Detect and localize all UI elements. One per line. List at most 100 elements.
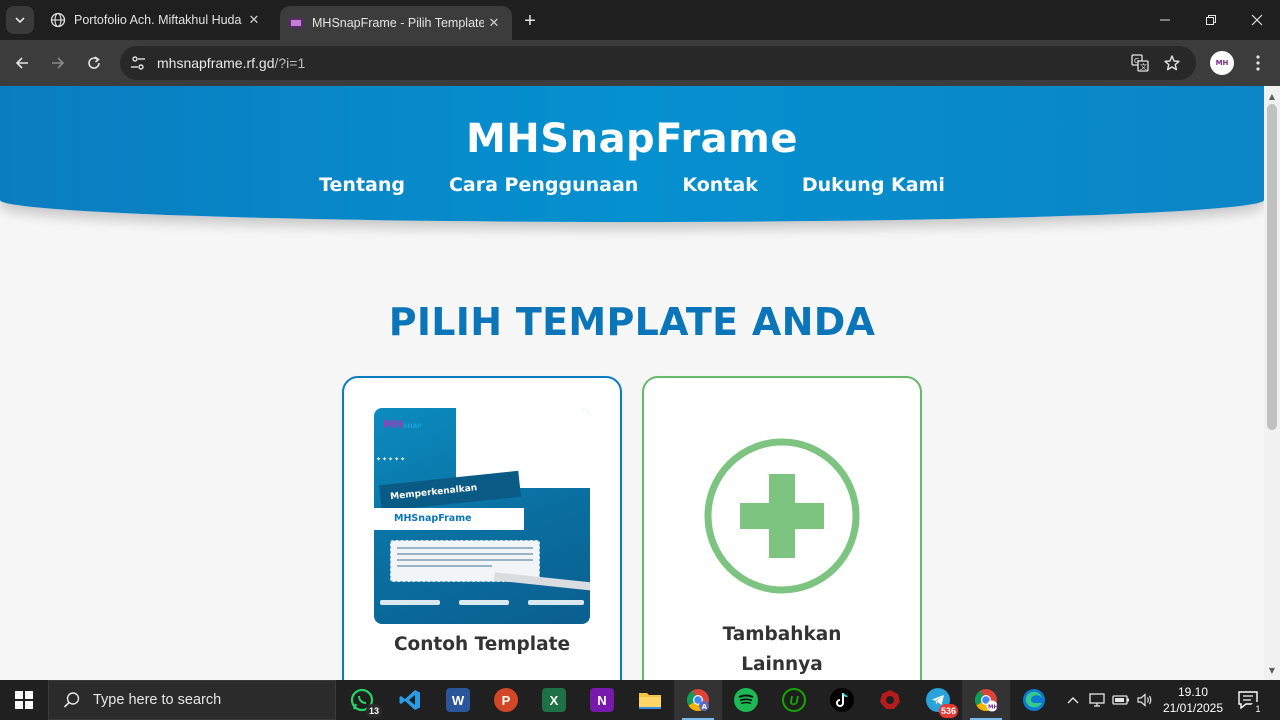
template-preview-image: MHSNAP ✦✦✦✦✦ Memperkenalkan MHSnapFrame: [374, 408, 590, 624]
template-card-contoh[interactable]: MHSNAP ✦✦✦✦✦ Memperkenalkan MHSnapFrame …: [342, 376, 622, 680]
clock-time: 19.10: [1177, 685, 1209, 699]
tab-mhsnapframe[interactable]: MHSnapFrame - Pilih Template ✕: [280, 6, 512, 40]
site-brand[interactable]: MHSnapFrame: [0, 116, 1264, 162]
add-template-card[interactable]: Tambahkan Lainnya: [642, 376, 922, 680]
nav-link-tentang[interactable]: Tentang: [319, 174, 405, 196]
close-icon[interactable]: ✕: [244, 10, 264, 30]
taskbar-app-whatsapp[interactable]: 13: [338, 680, 386, 720]
new-tab-button[interactable]: +: [518, 9, 542, 33]
chrome-icon: A: [686, 688, 710, 712]
powerpoint-icon: P: [494, 688, 518, 712]
scroll-up-icon[interactable]: ▲: [1264, 88, 1280, 104]
arrow-right-icon: [52, 57, 65, 69]
excel-icon: X: [542, 688, 566, 712]
tab-portfolio[interactable]: Portofolio Ach. Miftakhul Huda ✕: [40, 0, 272, 40]
preview-logo: MHSNAP: [383, 418, 422, 431]
scrollbar-thumb[interactable]: [1267, 104, 1277, 430]
chrome-icon: MH: [974, 688, 998, 712]
preview-logo-sub: SNAP: [403, 423, 422, 430]
telegram-badge: 536: [938, 704, 958, 718]
more-menu-icon[interactable]: [1246, 51, 1270, 75]
taskbar-app-chrome-mh[interactable]: MH: [962, 680, 1010, 720]
card-label: Contoh Template: [393, 634, 571, 655]
page-viewport: MHSnapFrame Tentang Cara Penggunaan Kont…: [0, 86, 1264, 680]
taskbar-app-file-explorer[interactable]: [626, 680, 674, 720]
tab-strip: Portofolio Ach. Miftakhul Huda ✕ MHSnapF…: [0, 0, 1280, 40]
restore-button[interactable]: [1188, 0, 1234, 40]
taskbar-app-upwork[interactable]: U: [770, 680, 818, 720]
red-app-icon: [878, 688, 902, 712]
translate-icon[interactable]: G文: [1130, 53, 1150, 73]
nav-link-cara-penggunaan[interactable]: Cara Penggunaan: [449, 174, 638, 196]
plus-circle-icon: [702, 436, 862, 596]
globe-icon: [50, 12, 66, 28]
upwork-icon: U: [782, 688, 806, 712]
tab-search-button[interactable]: [6, 6, 34, 34]
minimize-icon: [1160, 19, 1170, 21]
taskbar-app-spotify[interactable]: [722, 680, 770, 720]
tab-title: Portofolio Ach. Miftakhul Huda: [74, 13, 242, 27]
minimize-button[interactable]: [1142, 0, 1188, 40]
address-bar[interactable]: mhsnapframe.rf.gd/?i=1 G文: [120, 46, 1196, 80]
vscode-icon: [398, 688, 422, 712]
site-favicon-icon: [288, 15, 304, 31]
whatsapp-icon: 13: [350, 688, 382, 718]
reload-icon: [88, 56, 100, 69]
notification-center-icon[interactable]: 1: [1236, 688, 1266, 716]
url-text: mhsnapframe.rf.gd/?i=1: [157, 46, 305, 80]
taskbar-app-red[interactable]: [866, 680, 914, 720]
restore-icon: [1206, 15, 1216, 25]
profile-avatar[interactable]: MH: [1210, 51, 1234, 75]
url-path: /?i=1: [274, 55, 306, 71]
tray-overflow-chevron-icon[interactable]: [1062, 680, 1084, 720]
taskbar-app-telegram[interactable]: 536: [914, 680, 962, 720]
preview-footer: [380, 594, 584, 610]
svg-text:文: 文: [1140, 62, 1147, 71]
start-button[interactable]: [0, 680, 48, 720]
taskbar-search[interactable]: Type here to search: [48, 680, 336, 720]
taskbar-app-excel[interactable]: X: [530, 680, 578, 720]
preview-stripe: [493, 572, 590, 592]
spotify-icon: [734, 688, 758, 712]
back-button[interactable]: [8, 49, 36, 77]
svg-text:MH: MH: [988, 705, 998, 711]
nav-link-kontak[interactable]: Kontak: [682, 174, 758, 196]
page-title: PILIH TEMPLATE ANDA: [388, 300, 876, 344]
taskbar-app-tiktok[interactable]: [818, 680, 866, 720]
notification-count: 1: [1250, 702, 1266, 716]
card-label-line1: Tambahkan: [722, 624, 842, 645]
close-window-button[interactable]: [1234, 0, 1280, 40]
page-scrollbar[interactable]: ▲ ▼: [1264, 86, 1280, 680]
clock-date: 21/01/2025: [1162, 701, 1224, 715]
folder-icon: [638, 688, 662, 712]
windows-logo-icon: [15, 691, 33, 709]
close-icon[interactable]: ✕: [484, 13, 504, 33]
taskbar-app-word[interactable]: W: [434, 680, 482, 720]
search-icon: [63, 692, 80, 708]
svg-text:A: A: [702, 703, 708, 711]
telegram-icon: 536: [926, 688, 958, 718]
taskbar-app-vscode[interactable]: [386, 680, 434, 720]
taskbar-app-onenote[interactable]: N: [578, 680, 626, 720]
browser-toolbar: mhsnapframe.rf.gd/?i=1 G文 MH: [0, 40, 1280, 86]
close-icon: [1251, 14, 1263, 26]
taskbar-clock[interactable]: 19.10 21/01/2025: [1158, 684, 1228, 716]
url-host: mhsnapframe.rf.gd: [157, 55, 275, 71]
windows-taskbar: Type here to search 13 W P X N A U 536 M…: [0, 680, 1280, 720]
taskbar-app-edge[interactable]: [1010, 680, 1058, 720]
bookmark-star-icon[interactable]: [1162, 53, 1182, 73]
taskbar-app-chrome-a[interactable]: A: [674, 680, 722, 720]
reload-button[interactable]: [80, 49, 108, 77]
volume-icon[interactable]: [1134, 680, 1156, 720]
scroll-down-icon[interactable]: ▼: [1264, 662, 1280, 678]
preview-ribbon-top: Memperkenalkan: [379, 470, 521, 512]
nav-link-dukung-kami[interactable]: Dukung Kami: [802, 174, 945, 196]
card-label-line2: Lainnya: [741, 654, 823, 675]
taskbar-app-powerpoint[interactable]: P: [482, 680, 530, 720]
preview-logo-main: MH: [383, 418, 404, 431]
site-settings-icon[interactable]: [128, 53, 148, 73]
battery-icon[interactable]: [1110, 680, 1132, 720]
forward-button[interactable]: [44, 49, 72, 77]
word-icon: W: [446, 688, 470, 712]
network-icon[interactable]: [1086, 680, 1108, 720]
